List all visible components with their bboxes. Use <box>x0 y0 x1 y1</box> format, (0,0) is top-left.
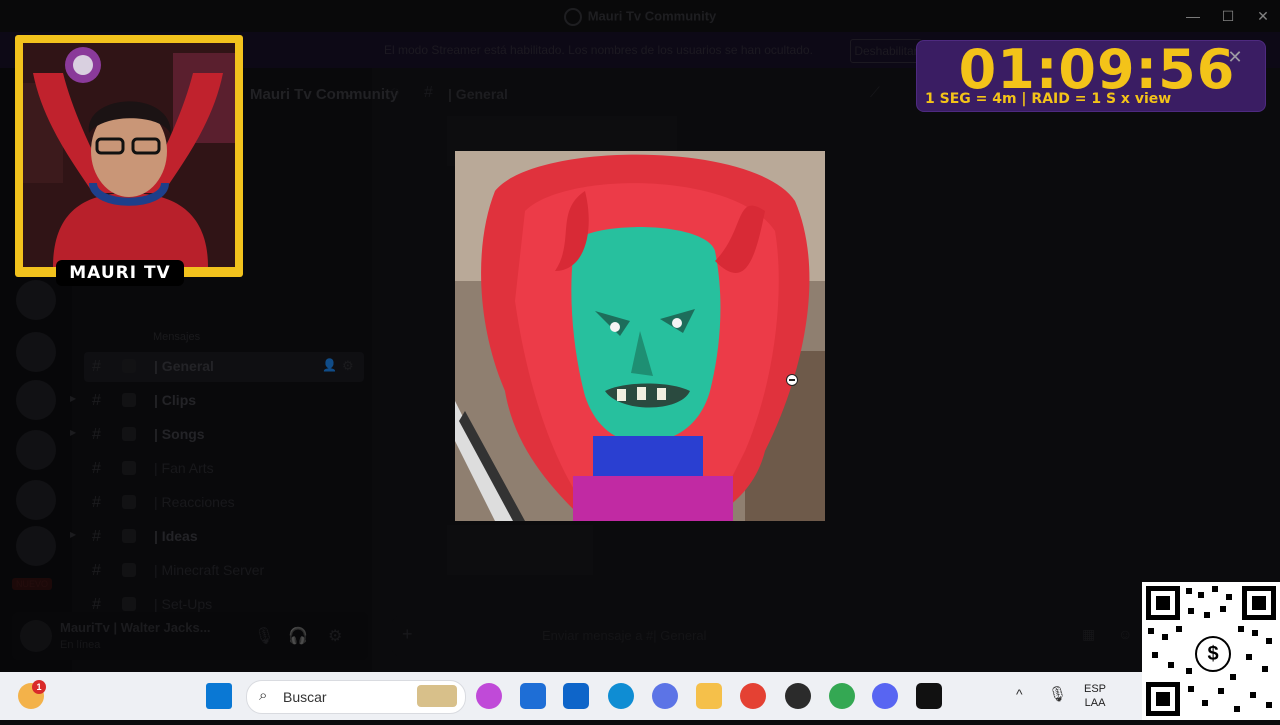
microsoft-store-icon[interactable] <box>520 683 546 709</box>
language-indicator[interactable]: ESP LAA <box>1084 682 1106 710</box>
chrome-icon[interactable] <box>740 683 766 709</box>
windows-start-icon[interactable] <box>206 683 232 709</box>
chevron-up-icon[interactable]: ^ <box>1016 686 1023 702</box>
streamer-webcam-image <box>23 43 235 267</box>
language-code: ESP <box>1084 683 1107 695</box>
search-icon: ⌕ <box>259 687 268 704</box>
chrome-profile-icon[interactable] <box>829 683 855 709</box>
close-image-viewer-button[interactable]: ✕ <box>1222 44 1248 70</box>
search-placeholder: Buscar <box>283 689 327 705</box>
search-input[interactable]: ⌕ Buscar <box>246 680 466 714</box>
webcam-feed <box>23 43 235 267</box>
search-highlight-icon <box>417 685 457 707</box>
outlook-icon[interactable] <box>563 683 589 709</box>
webcam-overlay <box>15 35 243 277</box>
notification-badge: 1 <box>32 680 46 694</box>
copilot-icon[interactable] <box>476 683 502 709</box>
browser-icon[interactable] <box>652 683 678 709</box>
file-explorer-icon[interactable] <box>696 683 722 709</box>
obs-icon[interactable] <box>785 683 811 709</box>
tiktok-icon[interactable] <box>916 683 942 709</box>
keyboard-layout: LAA <box>1084 697 1106 709</box>
webcam-badge: MAURI TV <box>56 260 184 286</box>
subathon-timer: 01:09:56 1 SEG = 4m | RAID = 1 S x view <box>916 40 1266 112</box>
microphone-icon[interactable]: 🎙 <box>1048 685 1067 703</box>
zoom-out-cursor-icon <box>786 374 798 386</box>
expanded-image[interactable] <box>455 151 825 521</box>
timer-rules: 1 SEG = 4m | RAID = 1 S x view <box>925 91 1172 107</box>
edge-icon[interactable] <box>608 683 634 709</box>
dollar-icon: $ <box>1195 636 1231 672</box>
mask-photo <box>455 151 825 521</box>
discord-icon[interactable] <box>872 683 898 709</box>
